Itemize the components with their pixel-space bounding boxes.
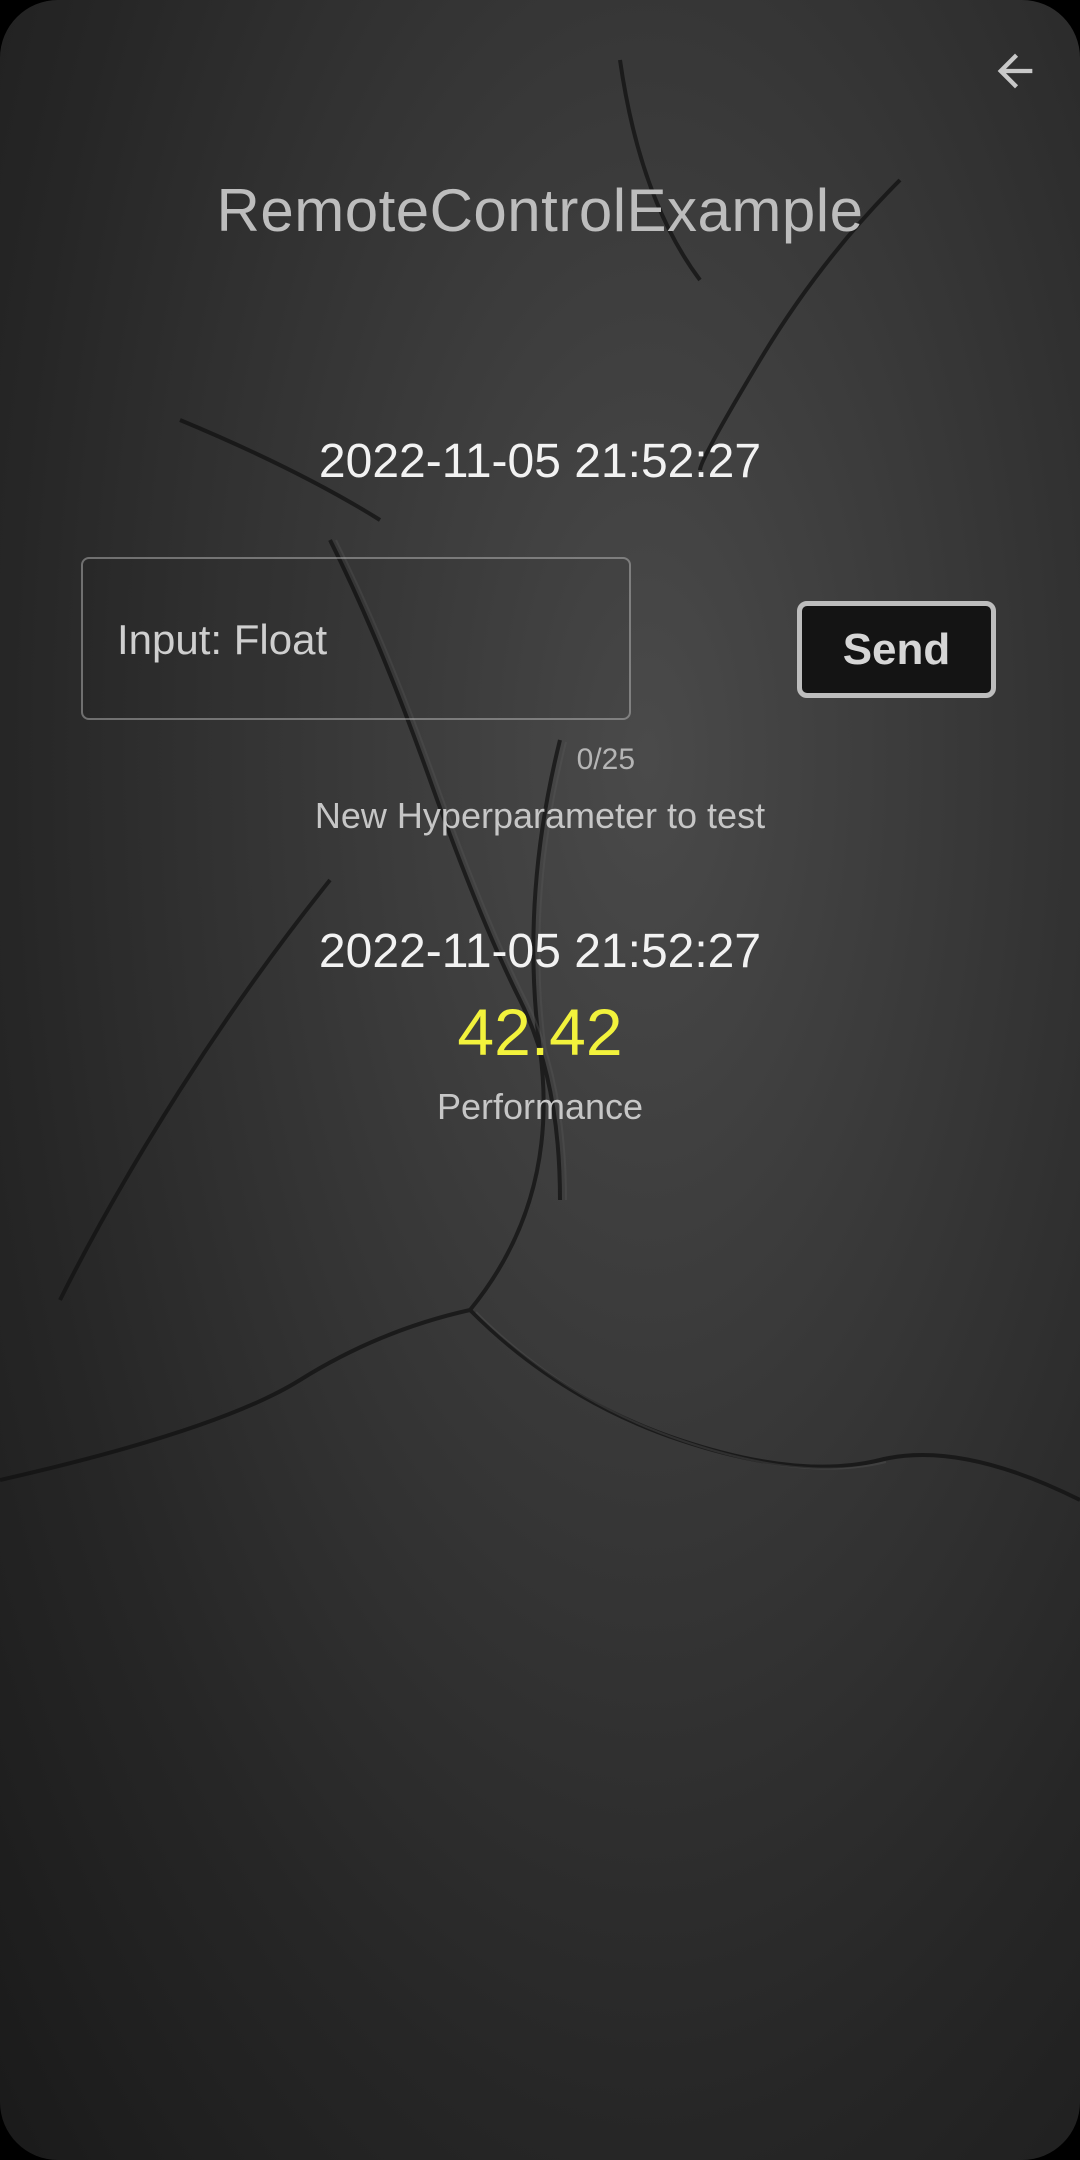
hyperparameter-input[interactable] [115, 559, 599, 720]
performance-value: 42.42 [457, 995, 623, 1069]
arrow-left-icon [997, 53, 1033, 89]
hyperparameter-caption: New Hyperparameter to test [314, 795, 766, 836]
back-button[interactable] [980, 36, 1050, 106]
app-title: RemoteControlExample [216, 177, 864, 244]
send-button[interactable]: Send [797, 601, 996, 698]
performance-timestamp: 2022-11-05 21:52:27 [318, 925, 762, 978]
app-screen: RemoteControlExample 2022-11-05 21:52:27… [0, 0, 1080, 2160]
hyperparameter-input-box[interactable] [81, 557, 631, 720]
performance-caption: Performance [436, 1086, 644, 1127]
hyperparameter-timestamp: 2022-11-05 21:52:27 [318, 435, 762, 488]
char-counter: 0/25 [576, 743, 635, 776]
stone-texture-background [0, 59, 1080, 1502]
